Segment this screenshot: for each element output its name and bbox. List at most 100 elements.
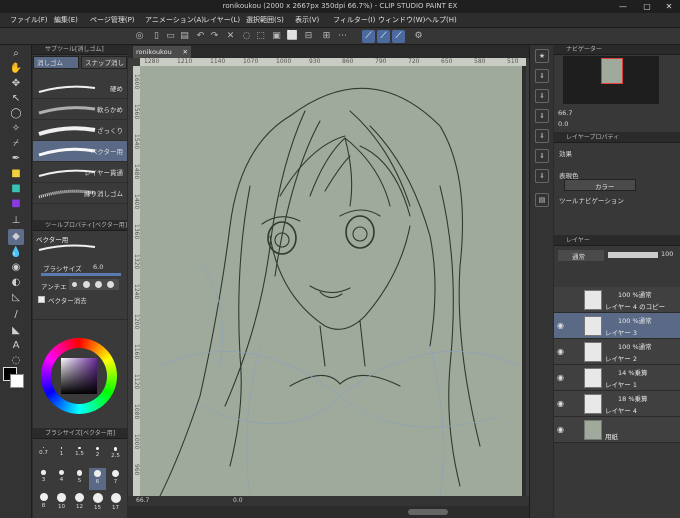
clear-icon[interactable]: ◌ [240, 30, 253, 43]
brush-size-option[interactable]: 3 [35, 468, 52, 490]
material-icon-5[interactable]: ⇓ [535, 149, 549, 163]
brush-size-value[interactable]: 6.0 [93, 263, 103, 271]
figure-icon[interactable]: ◺ [8, 290, 24, 306]
opacity-value[interactable]: 100 [661, 250, 673, 258]
snap-ruler-icon[interactable]: ⟋ [362, 30, 375, 43]
maximize-button[interactable]: ▢ [636, 0, 658, 13]
brush-size-option[interactable]: 15 [89, 491, 106, 513]
save-icon[interactable]: ▤ [178, 30, 191, 43]
brush-item-hard[interactable]: 硬め [33, 78, 127, 99]
blend-mode-select[interactable]: 通常 [558, 250, 604, 261]
layer-row[interactable]: ◉ 14 %乗算 レイヤー 1 [554, 365, 680, 391]
expression-color-select[interactable]: カラー [564, 179, 636, 191]
redo-icon[interactable]: ↷ [208, 30, 221, 43]
invert-selection-icon[interactable]: ⊟ [302, 30, 315, 43]
blend-icon[interactable]: 💧 [8, 245, 24, 261]
layer-visibility-eye-icon[interactable]: ◉ [557, 399, 564, 408]
star-icon[interactable]: ★ [535, 49, 549, 63]
brush-size-option[interactable]: 5 [71, 468, 88, 490]
material-icon-2[interactable]: ⇓ [535, 89, 549, 103]
brush-size-option[interactable]: 1.5 [71, 445, 88, 467]
brush-size-option[interactable]: 1 [53, 445, 70, 467]
settings-icon[interactable]: ⚙ [412, 30, 425, 43]
text-icon[interactable]: A [8, 338, 24, 354]
menu-animation[interactable]: アニメーション(A) [145, 13, 204, 28]
layer-visibility-eye-icon[interactable]: ◉ [557, 321, 564, 330]
gradient-icon[interactable]: ◐ [8, 275, 24, 291]
navigator-viewport[interactable] [601, 58, 623, 84]
brush-size-option[interactable]: 7 [107, 468, 124, 490]
transform-icon[interactable]: ⬚ [254, 30, 267, 43]
color-wheel[interactable] [41, 338, 117, 414]
brush-size-option[interactable]: 12 [71, 491, 88, 513]
navigator-rotation[interactable]: 0.0 [558, 120, 568, 128]
menu-layer[interactable]: レイヤー(L) [203, 13, 240, 28]
canvas-zoom-value[interactable]: 66.7 [136, 497, 149, 504]
brush-size-option[interactable]: 8 [35, 491, 52, 513]
brush-size-option[interactable]: 6 [89, 468, 106, 490]
navigator-thumbnail[interactable] [563, 56, 659, 104]
pen-icon[interactable]: ✒ [8, 151, 24, 167]
operation-icon[interactable]: ↖ [8, 91, 24, 107]
close-button[interactable]: ✕ [658, 0, 680, 13]
lasso-icon[interactable]: ◯ [8, 106, 24, 122]
eraser-icon[interactable]: ◆ [8, 229, 24, 245]
material-icon-3[interactable]: ⇓ [535, 109, 549, 123]
brush-item-vector[interactable]: ベクター用 [33, 141, 127, 162]
scrollbar-thumb[interactable] [408, 509, 448, 515]
show-selection-icon[interactable]: ⊞ [320, 30, 333, 43]
menu-page[interactable]: ページ管理(P) [90, 13, 135, 28]
frame-icon[interactable]: / [8, 307, 24, 323]
fill-tool-icon[interactable]: ◉ [8, 260, 24, 276]
layer-visibility-eye-icon[interactable]: ◉ [557, 425, 564, 434]
brush-size-slider[interactable] [41, 273, 121, 276]
minimize-button[interactable]: — [612, 0, 634, 13]
brush-size-option[interactable]: 0.7 [35, 445, 52, 467]
layer-visibility-eye-icon[interactable]: ◉ [557, 347, 564, 356]
menu-edit[interactable]: 編集(E) [54, 13, 78, 28]
menu-help[interactable]: ヘルプ(H) [425, 13, 457, 28]
brush-item-through-layer[interactable]: レイヤー貫通 [33, 162, 127, 183]
brush-size-option[interactable]: 2.5 [107, 445, 124, 467]
layer-row[interactable]: 100 %通常 レイヤー 4 のコピー [554, 287, 680, 313]
menu-selection[interactable]: 選択範囲(S) [246, 13, 284, 28]
material-icon-4[interactable]: ⇓ [535, 129, 549, 143]
airbrush-icon[interactable]: ■ [8, 196, 24, 212]
delete-icon[interactable]: ✕ [224, 30, 237, 43]
brush-size-option[interactable]: 4 [53, 468, 70, 490]
brush-item-rough[interactable]: ざっくり [33, 120, 127, 141]
snap-special-ruler-icon[interactable]: ⟋ [377, 30, 390, 43]
new-file-icon[interactable]: ▯ [150, 30, 163, 43]
menu-view[interactable]: 表示(V) [295, 13, 319, 28]
brush-icon[interactable]: ■ [8, 181, 24, 197]
magic-wand-icon[interactable]: ✧ [8, 121, 24, 137]
material-icon-6[interactable]: ⇓ [535, 169, 549, 183]
eyedropper-icon[interactable]: ⌿ [8, 136, 24, 152]
brush-item-soft[interactable]: 軟らかめ [33, 99, 127, 120]
menu-window[interactable]: ウィンドウ(W) [378, 13, 425, 28]
decoration-icon[interactable]: ⊥ [8, 213, 24, 229]
layer-row[interactable]: ◉ 100 %通常 レイヤー 2 [554, 339, 680, 365]
ruler-icon[interactable]: ◣ [8, 323, 24, 339]
document-tab[interactable]: ronikoukou ✕ [133, 46, 191, 58]
brush-size-option[interactable]: 10 [53, 491, 70, 513]
brush-size-option[interactable]: 2 [89, 445, 106, 467]
brush-size-option[interactable]: 17 [107, 491, 124, 513]
canvas-rotation-value[interactable]: 0.0 [233, 496, 243, 506]
pencil-icon[interactable]: ■ [8, 166, 24, 182]
tab-eraser[interactable]: 消しゴム [33, 56, 79, 69]
layer-row[interactable]: ◉ 18 %乗算 レイヤー 4 [554, 391, 680, 417]
deselect-icon[interactable]: ⬜ [286, 30, 299, 43]
close-tab-icon[interactable]: ✕ [183, 46, 188, 58]
material-icon[interactable]: ⇓ [535, 69, 549, 83]
snap-grid-icon[interactable]: ⟋ [392, 30, 405, 43]
vector-erase-checkbox[interactable] [38, 296, 45, 303]
layer-row[interactable]: ◉ 100 %通常 レイヤー 3 [554, 313, 680, 339]
snap-icon[interactable]: ⋯ [336, 30, 349, 43]
menu-file[interactable]: ファイル(F) [10, 13, 48, 28]
tab-snap-eraser[interactable]: スナップ消し [81, 56, 127, 69]
antialias-selector[interactable] [69, 279, 119, 290]
hand-icon[interactable]: ✋ [8, 61, 24, 77]
move-icon[interactable]: ✥ [8, 76, 24, 92]
drawing-canvas[interactable] [140, 66, 526, 496]
